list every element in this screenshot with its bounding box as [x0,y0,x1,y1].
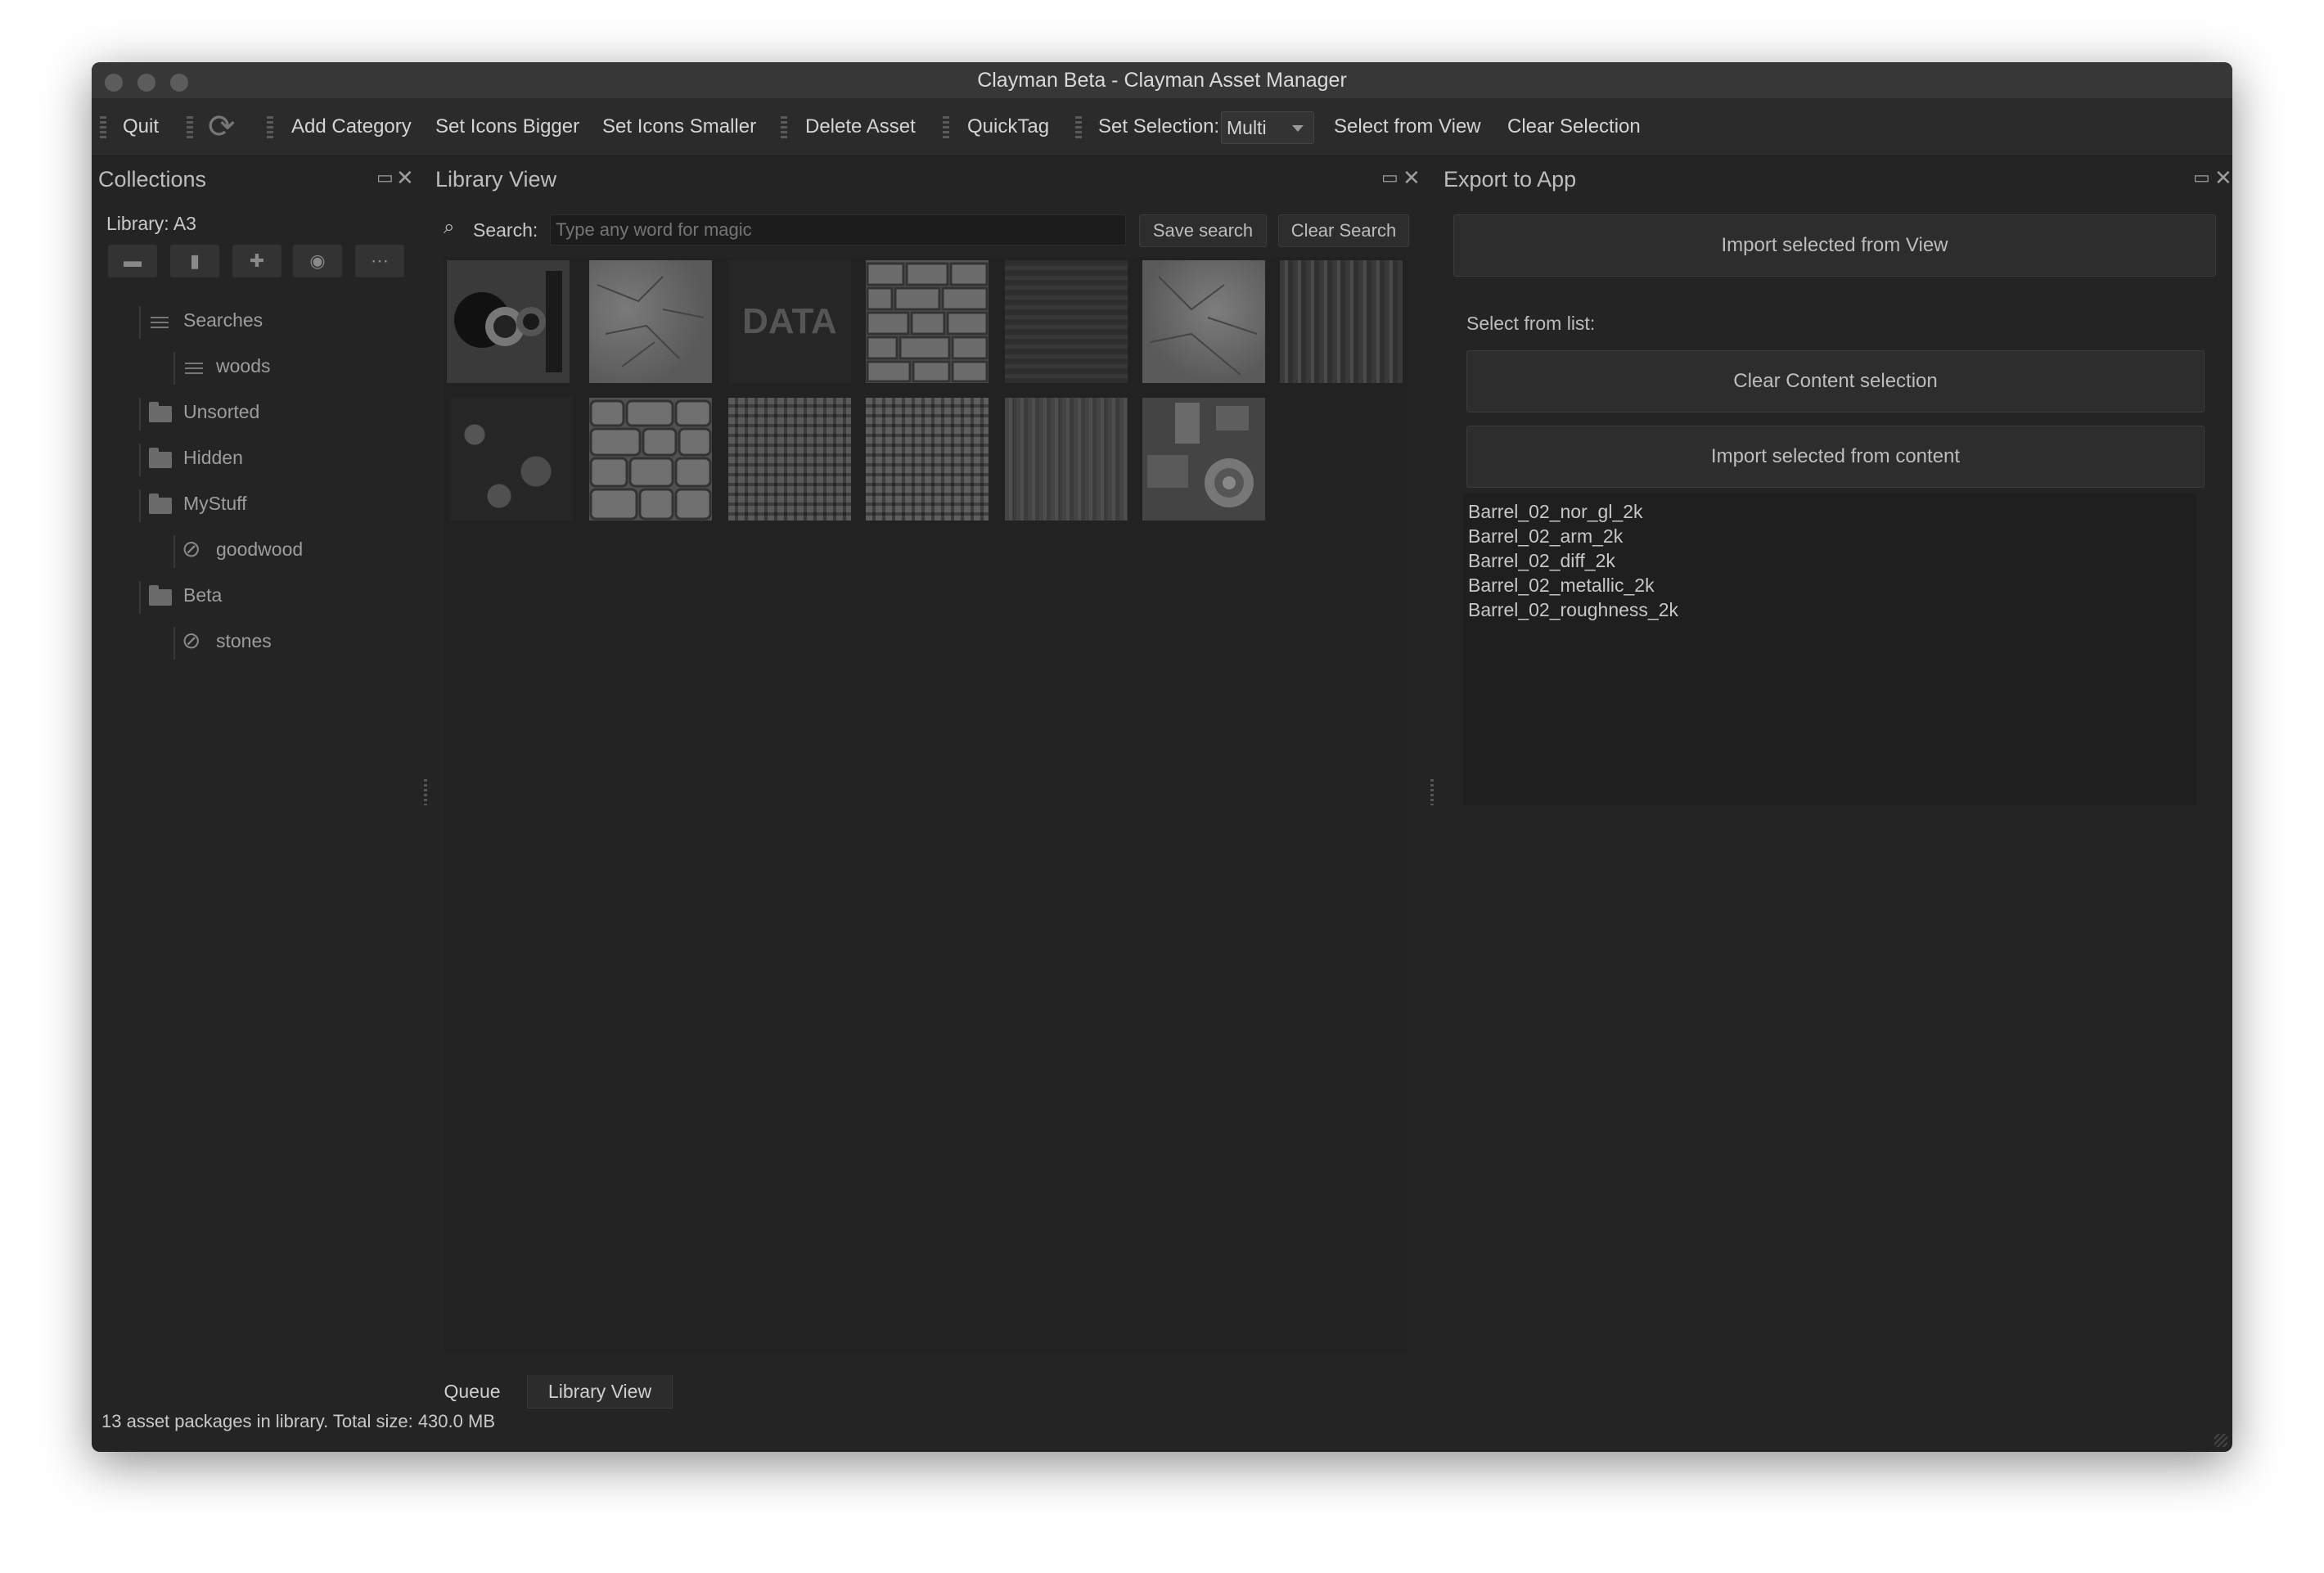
list-icon [151,317,169,328]
add-category-button[interactable]: Add Category [291,98,412,155]
float-panel-icon[interactable]: ▭ [1381,167,1398,188]
tree-item-stones[interactable]: stones [216,630,272,652]
clear-selection-button[interactable]: Clear Selection [1507,98,1641,155]
select-from-list-label: Select from list: [1466,313,1596,334]
list-item[interactable]: Barrel_02_arm_2k [1463,524,2196,548]
status-text: 13 asset packages in library. Total size… [101,1411,495,1431]
import-from-view-button[interactable]: Import selected from View [1453,214,2216,277]
import-from-content-button[interactable]: Import selected from content [1466,426,2205,488]
search-label: Search: [473,219,538,241]
title-bar: Clayman Beta - Clayman Asset Manager [92,62,2232,99]
list-item[interactable]: Barrel_02_diff_2k [1463,548,2196,573]
list-icon [185,363,203,374]
asset-thumbnail[interactable] [1005,260,1128,383]
asset-grid: DATA [444,257,1407,1352]
asset-thumbnail[interactable] [866,260,989,383]
more-icon[interactable]: ⋯ [355,245,404,277]
close-icon[interactable]: ✕ [2214,165,2232,191]
tree-item-goodwood[interactable]: goodwood [216,539,303,561]
clear-search-button[interactable]: Clear Search [1278,214,1409,247]
list-item[interactable]: Barrel_02_metallic_2k [1463,573,2196,597]
toolbar-grip[interactable] [100,116,106,139]
toolbar-grip[interactable] [781,116,787,139]
tree-item-hidden[interactable]: Hidden [183,447,243,469]
search-input[interactable] [550,214,1126,246]
toolbar-grip[interactable] [1075,116,1082,139]
asset-thumbnail[interactable] [728,398,851,521]
set-icons-smaller-button[interactable]: Set Icons Smaller [602,98,756,155]
float-panel-icon[interactable]: ▭ [2193,167,2210,188]
list-item[interactable]: Barrel_02_roughness_2k [1463,597,2196,622]
bookmark-icon[interactable]: ▮ [170,245,219,277]
asset-thumbnail[interactable] [450,398,573,521]
clear-content-selection-button[interactable]: Clear Content selection [1466,350,2205,412]
toolbar: Quit ⟳ Add Category Set Icons Bigger Set… [92,98,2232,156]
tab-queue[interactable]: Queue [435,1375,509,1408]
toolbar-grip[interactable] [187,116,193,139]
select-from-view-button[interactable]: Select from View [1334,98,1481,155]
list-item[interactable]: Barrel_02_nor_gl_2k [1463,499,2196,524]
tab-library-view[interactable]: Library View [527,1375,673,1408]
refresh-icon[interactable]: ⟳ [208,98,236,155]
chevron-down-icon [1292,125,1304,132]
toolbar-grip[interactable] [943,116,949,139]
app-window: Clayman Beta - Clayman Asset Manager Qui… [92,62,2232,1452]
collections-title: Collections [98,167,207,192]
asset-thumbnail[interactable] [589,260,712,383]
delete-asset-button[interactable]: Delete Asset [805,98,916,155]
window-title: Clayman Beta - Clayman Asset Manager [977,69,1347,92]
quit-button[interactable]: Quit [123,98,159,155]
save-search-button[interactable]: Save search [1139,214,1267,247]
asset-thumbnail[interactable] [1005,398,1128,521]
close-icon[interactable]: ✕ [1403,165,1421,191]
selection-mode-dropdown[interactable]: Multi [1221,111,1314,144]
export-title: Export to App [1443,167,1577,192]
folder-icon [149,494,172,514]
tree-item-woods[interactable]: woods [216,355,270,377]
selection-mode-value: Multi [1227,117,1267,138]
data-thumbnail[interactable]: DATA [728,260,851,383]
search-icon: ⌕ [444,216,455,238]
hidden-eye-icon: ⊘ [182,536,201,561]
tree-item-unsorted[interactable]: Unsorted [183,401,259,423]
puzzle-icon[interactable]: ✚ [232,245,281,277]
panel-splitter[interactable] [1430,779,1434,805]
close-icon[interactable]: ✕ [396,165,414,191]
hidden-eye-icon: ⊘ [182,628,201,653]
resize-grip[interactable] [2214,1434,2227,1447]
folder-icon[interactable]: ▬ [108,245,157,277]
tree-item-searches[interactable]: Searches [183,309,263,331]
tree-item-beta[interactable]: Beta [183,584,222,606]
quicktag-button[interactable]: QuickTag [967,98,1049,155]
asset-thumbnail[interactable] [1280,260,1403,383]
tree-item-mystuff[interactable]: MyStuff [183,493,247,515]
toolbar-grip[interactable] [267,116,273,139]
folder-icon [149,448,172,468]
library-label: Library: A3 [106,213,196,234]
content-list[interactable]: Barrel_02_nor_gl_2k Barrel_02_arm_2k Bar… [1463,493,2196,805]
asset-thumbnail[interactable] [447,260,570,383]
folder-icon [149,585,172,606]
panel-splitter[interactable] [424,779,427,805]
set-icons-bigger-button[interactable]: Set Icons Bigger [435,98,579,155]
library-view-title: Library View [435,167,557,192]
float-panel-icon[interactable]: ▭ [376,167,394,188]
set-selection-label: Set Selection: [1098,115,1220,137]
asset-thumbnail[interactable] [589,398,712,521]
eye-icon[interactable]: ◉ [293,245,342,277]
asset-thumbnail[interactable] [866,398,989,521]
folder-icon [149,402,172,422]
asset-thumbnail[interactable] [1142,260,1265,383]
asset-thumbnail[interactable] [1142,398,1265,521]
